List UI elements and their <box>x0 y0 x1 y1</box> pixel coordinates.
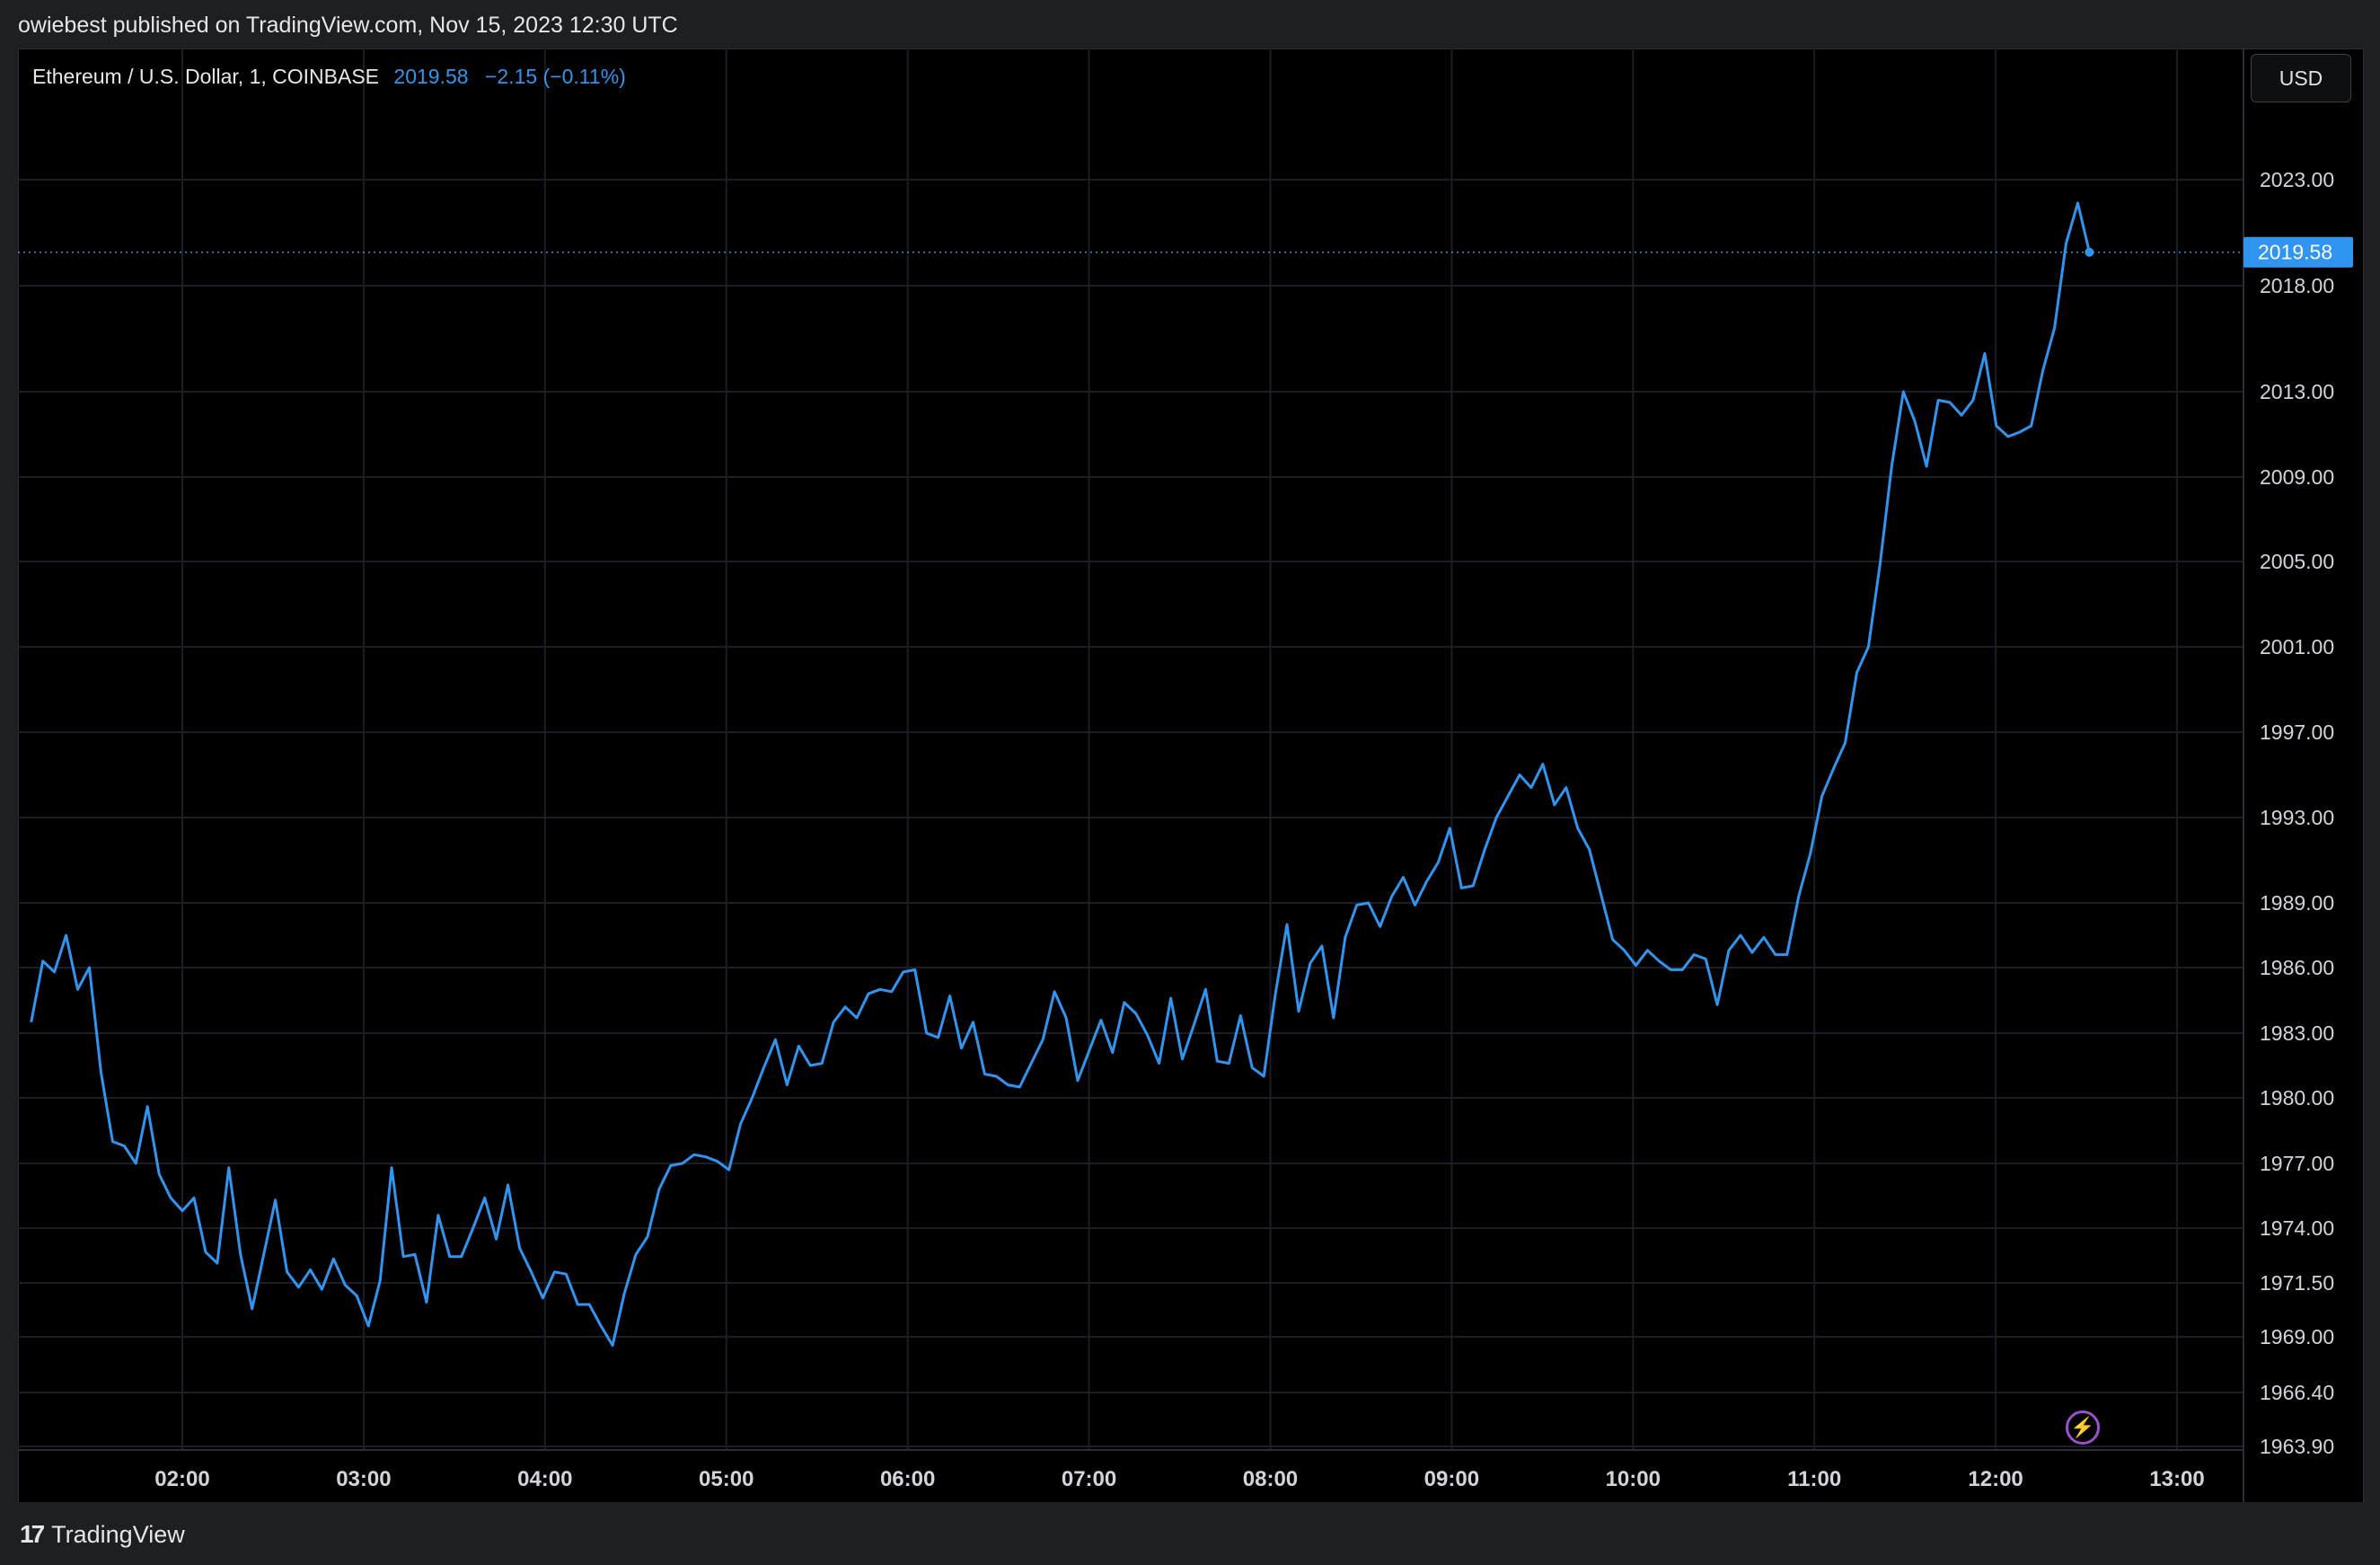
y-tick-label: 2009.00 <box>2260 465 2334 489</box>
price-chart[interactable]: 2023.00 2018.00 2013.00 2009.00 2005.00 2001.… <box>0 0 2380 1565</box>
bottom-bar <box>0 1502 2380 1565</box>
y-tick-label: 1986.00 <box>2260 956 2334 979</box>
legend-last-price: 2019.58 <box>393 65 469 88</box>
x-tick-label: 04:00 <box>517 1467 572 1491</box>
y-tick-label: 1983.00 <box>2260 1021 2334 1045</box>
y-tick-label: 2005.00 <box>2260 550 2334 573</box>
y-tick-label: 1971.50 <box>2260 1271 2334 1295</box>
y-tick-label: 2023.00 <box>2260 168 2334 191</box>
y-tick-label: 1997.00 <box>2260 721 2334 744</box>
price-line[interactable] <box>30 201 2091 1347</box>
y-tick-label: 1966.40 <box>2260 1381 2334 1404</box>
y-tick-label: 1977.00 <box>2260 1152 2334 1175</box>
y-tick-label: 2001.00 <box>2260 635 2334 659</box>
x-tick-label: 12:00 <box>1968 1467 2023 1491</box>
y-tick-label: 1993.00 <box>2260 806 2334 829</box>
last-price-dot <box>2085 247 2094 257</box>
currency-button[interactable]: USD <box>2251 54 2351 102</box>
brand-name: TradingView <box>51 1520 185 1548</box>
y-tick-label: 1974.00 <box>2260 1216 2334 1240</box>
x-tick-label: 03:00 <box>336 1467 391 1491</box>
last-price-tag-label: 2019.58 <box>2258 241 2332 264</box>
x-tick-label: 10:00 <box>1606 1467 1661 1491</box>
y-tick-label: 1989.00 <box>2260 891 2334 915</box>
x-tick-label: 11:00 <box>1787 1467 1841 1491</box>
tradingview-brand[interactable]: 17 TradingView <box>20 1520 185 1549</box>
symbol-name: Ethereum / U.S. Dollar, 1, COINBASE <box>32 65 380 88</box>
tradingview-logo-icon: 17 <box>20 1520 45 1548</box>
x-tick-label: 09:00 <box>1424 1467 1479 1491</box>
y-tick-label: 1980.00 <box>2260 1086 2334 1110</box>
y-tick-label: 1969.00 <box>2260 1325 2334 1348</box>
x-tick-label: 13:00 <box>2149 1467 2204 1491</box>
x-tick-label: 06:00 <box>880 1467 935 1491</box>
lightning-icon[interactable]: ⚡ <box>2066 1410 2100 1445</box>
legend-change: −2.15 (−0.11%) <box>484 65 626 88</box>
x-tick-label: 08:00 <box>1243 1467 1298 1491</box>
x-tick-label: 05:00 <box>699 1467 754 1491</box>
x-tick-label: 02:00 <box>154 1467 209 1491</box>
symbol-legend: Ethereum / U.S. Dollar, 1, COINBASE 2019… <box>32 65 626 89</box>
y-tick-label: 2013.00 <box>2260 380 2334 403</box>
y-tick-label: 2018.00 <box>2260 274 2334 297</box>
x-tick-label: 07:00 <box>1062 1467 1116 1491</box>
y-tick-label: 1963.90 <box>2260 1435 2334 1458</box>
